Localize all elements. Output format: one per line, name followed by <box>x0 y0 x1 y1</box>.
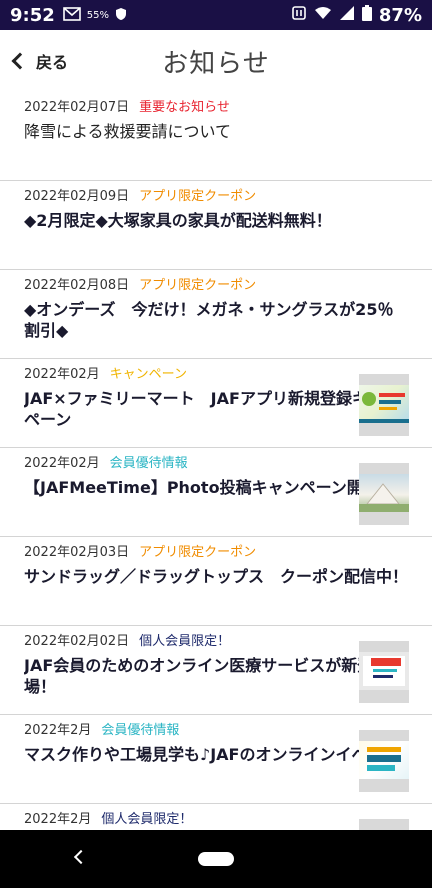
news-category: アプリ限定クーポン <box>139 278 257 293</box>
news-date: 2022年02月09日 <box>24 189 130 204</box>
news-category: 会員優待情報 <box>109 456 188 471</box>
news-category: アプリ限定クーポン <box>139 189 257 204</box>
news-item[interactable]: 2022年02月03日 アプリ限定クーポン サンドラッグ／ドラッグトップス クー… <box>0 537 432 626</box>
news-date: 2022年02月02日 <box>24 634 130 649</box>
shield-icon <box>115 7 127 24</box>
status-time: 9:52 <box>10 4 55 26</box>
news-item[interactable]: 2022年2月 個人会員限定！ <box>0 804 432 830</box>
news-date: 2022年02月08日 <box>24 278 130 293</box>
status-bar: 9:52 55% 87% <box>0 0 432 30</box>
news-category: アプリ限定クーポン <box>139 545 257 560</box>
news-date: 2022年02月 <box>24 367 100 382</box>
news-title: ◆2月限定◆大塚家具の家具が配送料無料！ <box>24 211 332 230</box>
news-meta: 2022年02月 会員優待情報 <box>24 452 408 472</box>
news-date: 2022年02月07日 <box>24 100 130 115</box>
news-thumbnail <box>359 374 409 436</box>
news-meta: 2022年02月 キャンペーン <box>24 363 408 383</box>
nav-home-pill[interactable] <box>198 852 234 866</box>
news-item[interactable]: 2022年02月 会員優待情報 【JAFMeeTime】Photo投稿キャンペー… <box>0 448 432 537</box>
news-date: 2022年2月 <box>24 723 92 738</box>
news-category: キャンペーン <box>109 367 187 382</box>
wifi-icon <box>314 5 332 25</box>
app-header: 戻る お知らせ <box>0 30 432 92</box>
battery-icon <box>361 4 372 26</box>
news-category: 個人会員限定！ <box>101 812 193 827</box>
nav-back-icon[interactable] <box>73 849 89 865</box>
mail-icon <box>62 6 81 24</box>
news-meta: 2022年02月02日 個人会員限定！ <box>24 630 408 650</box>
data-saver-icon: 55% <box>86 9 110 21</box>
news-item[interactable]: 2022年02月 キャンペーン JAF×ファミリーマート JAFアプリ新規登録キ… <box>0 359 432 448</box>
news-list[interactable]: 2022年02月07日 重要なお知らせ 降雪による救援要請について 2022年0… <box>0 92 432 830</box>
news-category: 会員優待情報 <box>101 723 180 738</box>
navigation-bar <box>0 830 432 888</box>
news-item[interactable]: 2022年02月02日 個人会員限定！ JAF会員のためのオンライン医療サービス… <box>0 626 432 715</box>
news-meta: 2022年02月03日 アプリ限定クーポン <box>24 541 408 561</box>
page-title: お知らせ <box>162 49 270 79</box>
news-item[interactable]: 2022年02月07日 重要なお知らせ 降雪による救援要請について <box>0 92 432 181</box>
news-thumbnail <box>359 730 409 792</box>
news-date: 2022年2月 <box>24 812 92 827</box>
news-meta: 2022年2月 個人会員限定！ <box>24 808 408 828</box>
news-meta: 2022年2月 会員優待情報 <box>24 719 408 739</box>
news-category: 重要なお知らせ <box>139 100 230 115</box>
news-category: 個人会員限定！ <box>139 634 231 649</box>
nfc-icon <box>291 5 307 26</box>
news-thumbnail <box>359 641 409 703</box>
news-meta: 2022年02月08日 アプリ限定クーポン <box>24 274 408 294</box>
news-meta: 2022年02月07日 重要なお知らせ <box>24 96 408 116</box>
news-title: 降雪による救援要請について <box>24 122 232 141</box>
battery-percent: 87% <box>378 4 422 26</box>
news-meta: 2022年02月09日 アプリ限定クーポン <box>24 185 408 205</box>
news-date: 2022年02月03日 <box>24 545 130 560</box>
news-date: 2022年02月 <box>24 456 100 471</box>
news-title: ◆オンデーズ 今だけ！メガネ・サングラスが25％割引◆ <box>24 300 394 340</box>
news-thumbnail <box>359 463 409 525</box>
status-notification-icons: 55% <box>62 6 127 24</box>
news-item[interactable]: 2022年2月 会員優待情報 マスク作りや工場見学も♪JAFのオンラインイベント <box>0 715 432 804</box>
news-item[interactable]: 2022年02月09日 アプリ限定クーポン ◆2月限定◆大塚家具の家具が配送料無… <box>0 181 432 270</box>
signal-icon <box>339 5 355 26</box>
news-title: サンドラッグ／ドラッグトップス クーポン配信中！ <box>24 567 409 586</box>
news-item[interactable]: 2022年02月08日 アプリ限定クーポン ◆オンデーズ 今だけ！メガネ・サング… <box>0 270 432 359</box>
news-thumbnail <box>359 819 409 830</box>
status-system-icons: 87% <box>291 4 422 26</box>
